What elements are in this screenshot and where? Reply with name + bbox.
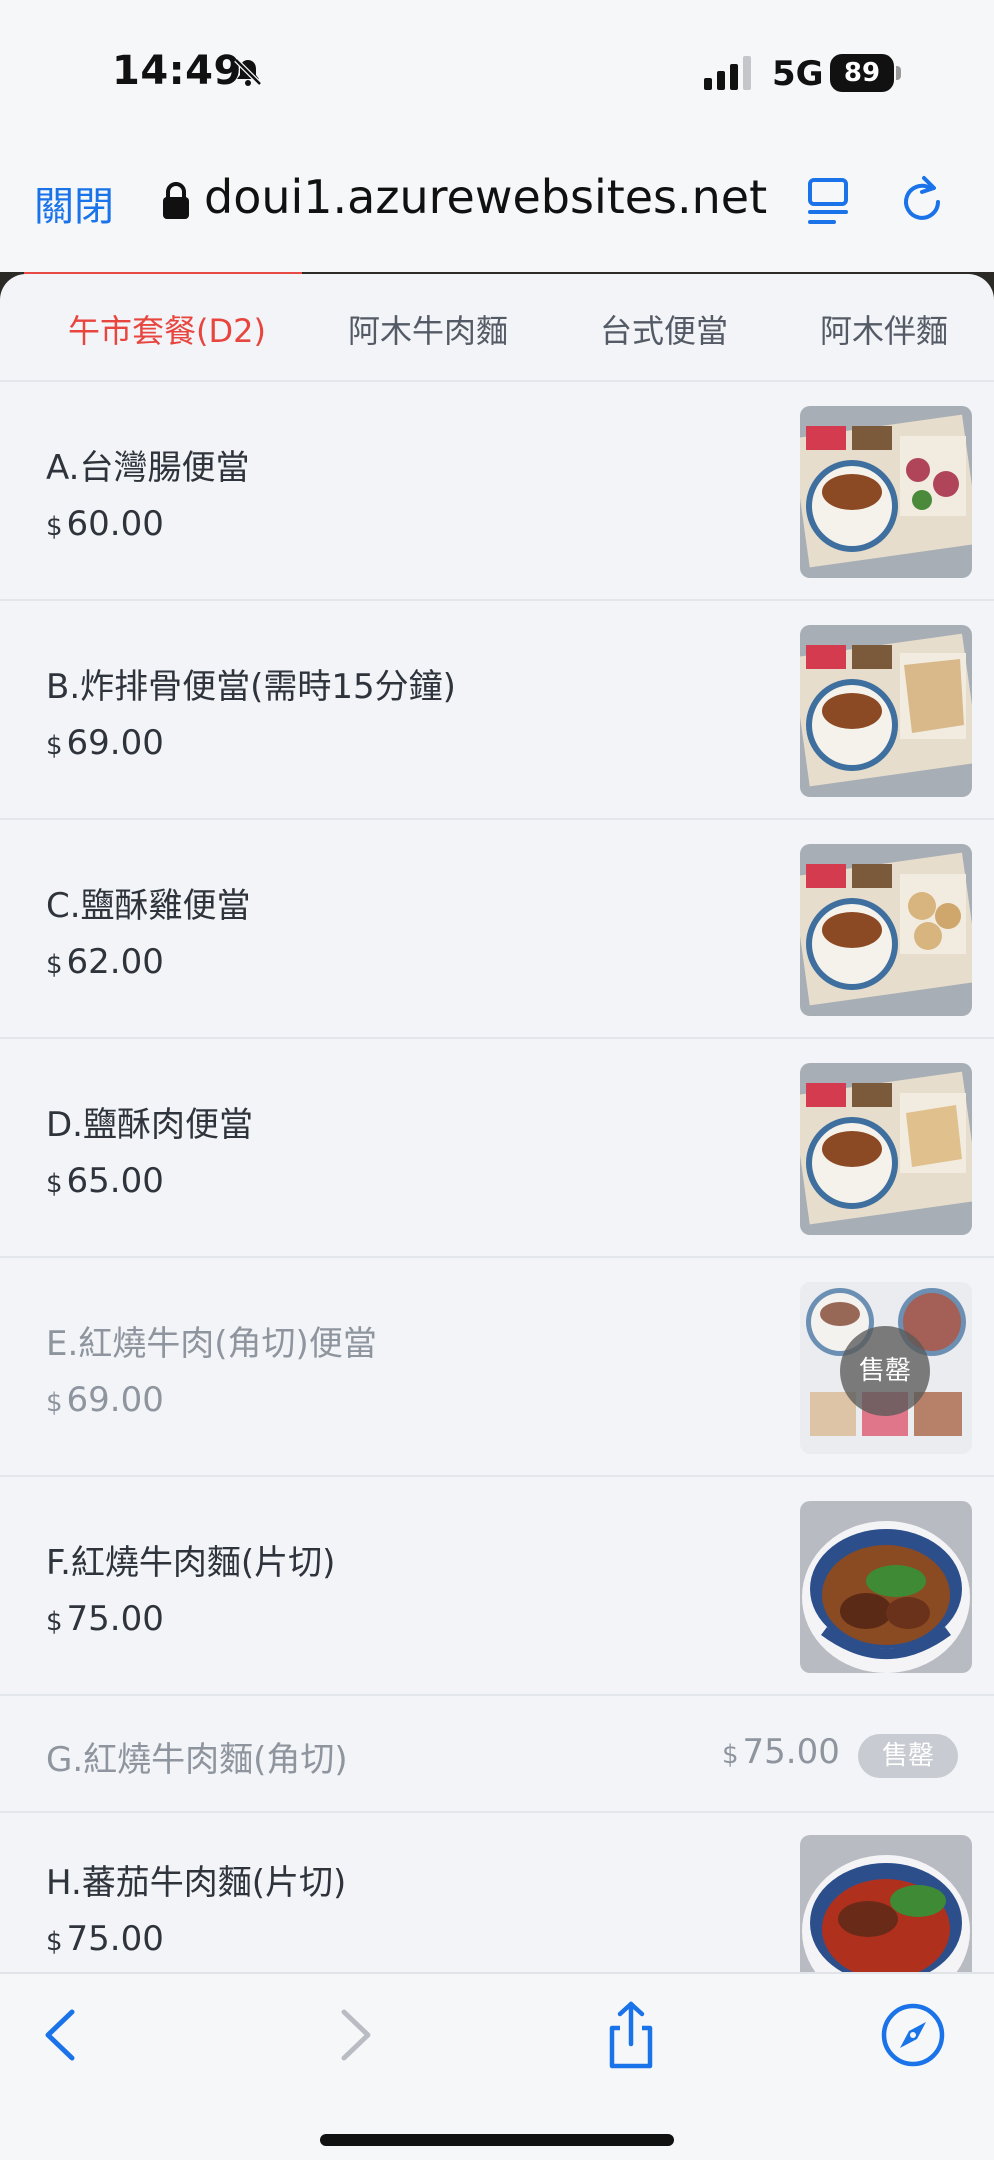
menu-item[interactable]: B.炸排骨便當(需時15分鐘) $69.00 bbox=[0, 601, 994, 820]
item-price: $75.00 bbox=[722, 1732, 840, 1772]
item-name: B.炸排骨便當(需時15分鐘) bbox=[46, 667, 456, 707]
item-price: $60.00 bbox=[46, 504, 164, 544]
tab-beef-noodle[interactable]: 阿木牛肉麵 bbox=[348, 306, 508, 352]
home-indicator bbox=[320, 2134, 674, 2146]
item-name: C.鹽酥雞便當 bbox=[46, 886, 251, 926]
forward-icon[interactable] bbox=[318, 2000, 388, 2070]
page-content: 午市套餐(D2) 阿木牛肉麵 台式便當 阿木伴麵 A.台灣腸便當 $60.00 … bbox=[0, 272, 994, 1972]
currency-symbol: $ bbox=[46, 1927, 63, 1957]
status-bar: 14:49 5G 89 bbox=[0, 0, 994, 140]
reload-icon[interactable] bbox=[898, 172, 948, 228]
currency-symbol: $ bbox=[46, 731, 63, 761]
close-button[interactable]: 關閉 bbox=[34, 174, 114, 232]
battery-level: 89 bbox=[830, 54, 894, 92]
signal-icon bbox=[704, 56, 751, 90]
battery-tip bbox=[896, 66, 901, 80]
item-name: D.鹽酥肉便當 bbox=[46, 1105, 253, 1145]
bento-photo bbox=[800, 844, 972, 1016]
bell-slash-icon bbox=[234, 58, 262, 86]
item-price: $69.00 bbox=[46, 1380, 164, 1420]
battery-icon: 89 bbox=[830, 54, 902, 92]
browser-toolbar bbox=[0, 1972, 994, 2160]
category-tabs: 午市套餐(D2) 阿木牛肉麵 台式便當 阿木伴麵 bbox=[0, 274, 994, 382]
item-name: A.台灣腸便當 bbox=[46, 448, 250, 488]
tab-lunch-set[interactable]: 午市套餐(D2) bbox=[68, 306, 266, 352]
bento-photo bbox=[800, 1063, 972, 1235]
browser-bar: 關閉 doui1.azurewebsites.net bbox=[0, 140, 994, 272]
price-value: 69.00 bbox=[66, 1380, 164, 1420]
price-value: 69.00 bbox=[66, 723, 164, 763]
menu-item[interactable]: A.台灣腸便當 $60.00 bbox=[0, 382, 994, 601]
item-name: G.紅燒牛肉麵(角切) bbox=[46, 1740, 348, 1780]
url-text[interactable]: doui1.azurewebsites.net bbox=[204, 170, 770, 224]
reader-icon[interactable] bbox=[806, 176, 850, 226]
currency-symbol: $ bbox=[46, 1388, 63, 1418]
item-name: H.蕃茄牛肉麵(片切) bbox=[46, 1863, 347, 1903]
noodle-photo bbox=[800, 1835, 972, 1972]
item-price: $75.00 bbox=[46, 1599, 164, 1639]
noodle-photo bbox=[800, 1501, 972, 1673]
price-value: 75.00 bbox=[742, 1732, 840, 1772]
item-price: $62.00 bbox=[46, 942, 164, 982]
currency-symbol: $ bbox=[46, 950, 63, 980]
menu-item[interactable]: F.紅燒牛肉麵(片切) $75.00 bbox=[0, 1477, 994, 1696]
price-value: 65.00 bbox=[66, 1161, 164, 1201]
network-type: 5G bbox=[772, 54, 824, 94]
share-icon[interactable] bbox=[596, 2000, 666, 2070]
sold-out-badge: 售罄 bbox=[840, 1326, 930, 1416]
menu-item[interactable]: C.鹽酥雞便當 $62.00 bbox=[0, 820, 994, 1039]
tab-taiwan-bento[interactable]: 台式便當 bbox=[600, 306, 728, 352]
bento-photo bbox=[800, 406, 972, 578]
item-price: $75.00 bbox=[46, 1919, 164, 1959]
sold-out-badge: 售罄 bbox=[858, 1734, 958, 1778]
menu-item-sold-out[interactable]: E.紅燒牛肉(角切)便當 $69.00 售罄 bbox=[0, 1258, 994, 1477]
currency-symbol: $ bbox=[46, 512, 63, 542]
back-icon[interactable] bbox=[28, 2000, 98, 2070]
price-value: 75.00 bbox=[66, 1599, 164, 1639]
bento-photo: 售罄 bbox=[800, 1282, 972, 1454]
price-value: 62.00 bbox=[66, 942, 164, 982]
price-value: 75.00 bbox=[66, 1919, 164, 1959]
menu-item-sold-out[interactable]: G.紅燒牛肉麵(角切) $75.00 售罄 bbox=[0, 1696, 994, 1813]
menu-item[interactable]: D.鹽酥肉便當 $65.00 bbox=[0, 1039, 994, 1258]
bento-photo bbox=[800, 625, 972, 797]
currency-symbol: $ bbox=[46, 1169, 63, 1199]
item-name: F.紅燒牛肉麵(片切) bbox=[46, 1543, 336, 1583]
price-value: 60.00 bbox=[66, 504, 164, 544]
item-price: $69.00 bbox=[46, 723, 164, 763]
menu-item[interactable]: H.蕃茄牛肉麵(片切) $75.00 bbox=[0, 1813, 994, 1972]
status-time: 14:49 bbox=[112, 48, 242, 94]
currency-symbol: $ bbox=[722, 1740, 739, 1770]
compass-icon[interactable] bbox=[878, 2000, 948, 2070]
tab-mixed-noodle[interactable]: 阿木伴麵 bbox=[820, 306, 948, 352]
item-price: $65.00 bbox=[46, 1161, 164, 1201]
menu-sheet: 午市套餐(D2) 阿木牛肉麵 台式便當 阿木伴麵 A.台灣腸便當 $60.00 … bbox=[0, 274, 994, 1972]
item-name: E.紅燒牛肉(角切)便當 bbox=[46, 1324, 377, 1364]
currency-symbol: $ bbox=[46, 1607, 63, 1637]
lock-icon bbox=[163, 182, 189, 219]
